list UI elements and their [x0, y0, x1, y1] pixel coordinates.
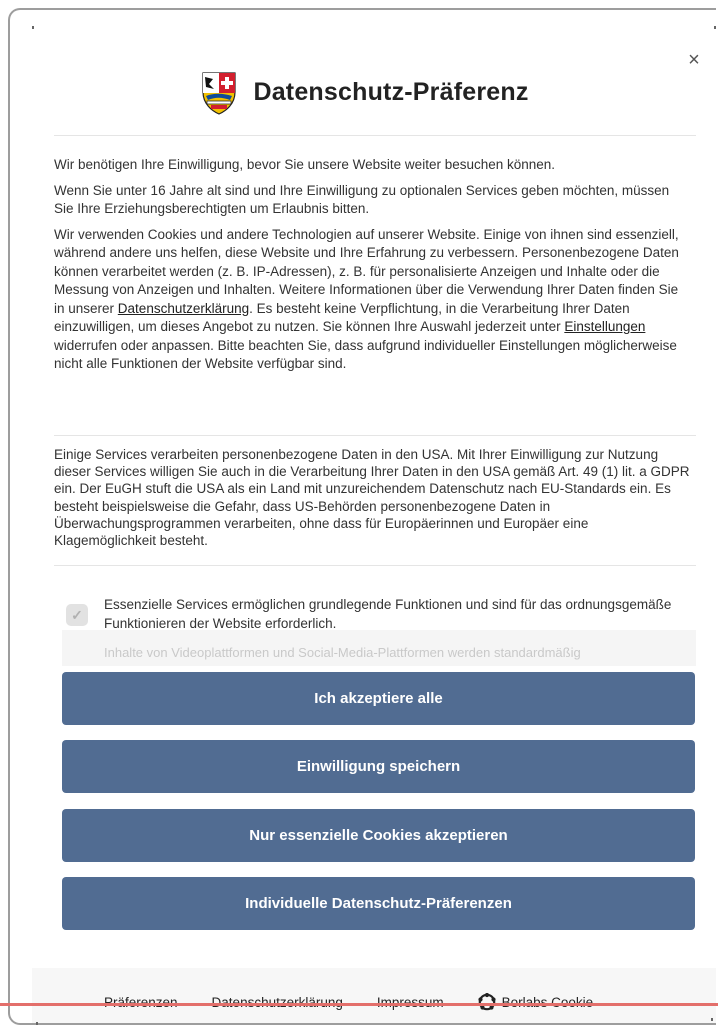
borlabs-cookie-link[interactable]: Borlabs Cookie: [478, 993, 594, 1011]
usa-data-text: Einige Services verarbeiten personenbezo…: [54, 447, 690, 549]
essential-section-divider: [54, 565, 696, 566]
usa-section-divider: [54, 435, 696, 436]
header-divider: [54, 135, 696, 136]
footer-links: Präferenzen Datenschutzerklärung Impress…: [32, 968, 716, 1023]
essential-only-button[interactable]: Nur essenzielle Cookies akzeptieren: [62, 809, 695, 862]
dialog-title: Datenschutz-Präferenz: [253, 77, 529, 106]
privacy-policy-link[interactable]: Datenschutzerklärung: [118, 301, 249, 316]
dialog-footer: Präferenzen Datenschutzerklärung Impress…: [32, 968, 716, 1023]
privacy-preference-page: × Datenschutz-Präferenz Wir benötigen Ih…: [0, 0, 718, 1033]
coat-of-arms-logo: [202, 72, 237, 115]
individual-preferences-button[interactable]: Individuelle Datenschutz-Präferenzen: [62, 877, 695, 930]
optional-services-preview: Inhalte von Videoplattformen und Social-…: [62, 630, 696, 666]
borlabs-cookie-icon: [478, 993, 496, 1011]
accept-all-button[interactable]: Ich akzeptiere alle: [62, 672, 695, 725]
save-consent-button[interactable]: Einwilligung speichern: [62, 740, 695, 793]
intro-line-2: Wenn Sie unter 16 Jahre alt sind und Ihr…: [54, 182, 670, 217]
footer-privacy-link[interactable]: Datenschutzerklärung: [212, 995, 343, 1010]
essential-services-checkbox[interactable]: ✓: [66, 604, 88, 626]
borlabs-cookie-label: Borlabs Cookie: [501, 994, 594, 1010]
dialog-header: Datenschutz-Präferenz: [10, 62, 716, 122]
bottom-left-corner-mark: [36, 1022, 38, 1025]
top-left-corner-mark: [32, 26, 34, 29]
bottom-accent-line: [0, 1003, 718, 1006]
top-right-corner-mark: [714, 26, 716, 29]
settings-link[interactable]: Einstellungen: [564, 319, 645, 334]
footer-imprint-link[interactable]: Impressum: [377, 995, 444, 1010]
cookie-text-part-3: widerrufen oder anpassen. Bitte beachten…: [54, 337, 677, 372]
check-icon: ✓: [71, 606, 83, 623]
essential-services-text: Essenzielle Services ermöglichen grundle…: [104, 597, 672, 631]
optional-services-faded-text: Inhalte von Videoplattformen und Social-…: [104, 645, 581, 660]
intro-line-1: Wir benötigen Ihre Einwilligung, bevor S…: [54, 157, 556, 172]
privacy-preference-dialog: × Datenschutz-Präferenz Wir benötigen Ih…: [8, 8, 716, 1025]
bottom-right-corner-mark: [711, 1018, 713, 1021]
cookie-information-text: Wir verwenden Cookies und andere Technol…: [54, 226, 692, 374]
footer-preferences-link[interactable]: Präferenzen: [104, 995, 178, 1010]
intro-text-block: Wir benötigen Ihre Einwilligung, bevor S…: [54, 156, 692, 381]
